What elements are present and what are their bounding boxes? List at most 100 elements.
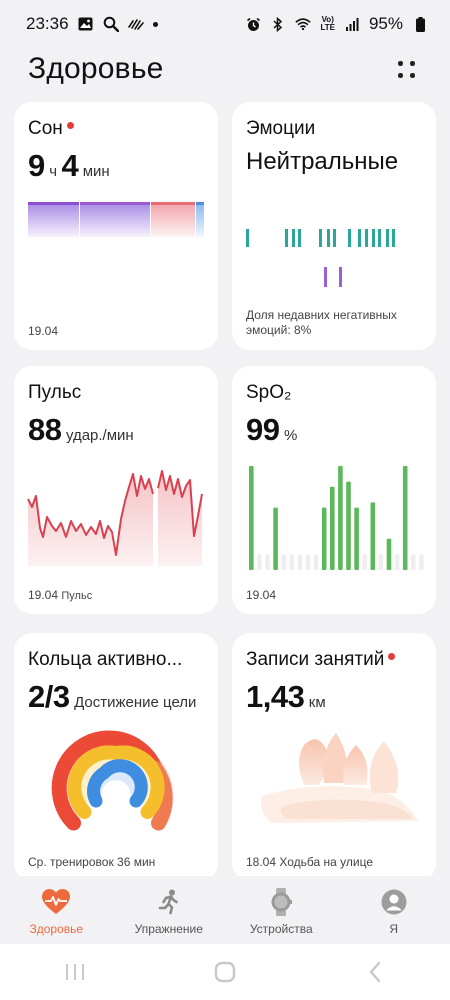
spo2-bar: [321, 507, 327, 570]
spo2-bar: [273, 507, 278, 570]
trees-illustration: [260, 733, 418, 823]
sleep-chart: [28, 202, 204, 237]
emotion-mark: [358, 229, 361, 247]
emotion-mark: [386, 229, 389, 247]
battery-percent: 95%: [368, 14, 403, 33]
emotion-mark: [378, 229, 381, 247]
spo2-bar: [419, 554, 424, 570]
spo2-bar: [354, 507, 359, 570]
spo2-bar: [305, 554, 311, 570]
more-dot-icon: [398, 73, 403, 78]
spo2-bar: [313, 554, 319, 570]
spo2-card[interactable]: SpO₂ 99 % 19.04: [232, 366, 436, 614]
search-icon: [103, 16, 119, 32]
spo2-bar: [378, 554, 384, 570]
activity-icon: [127, 16, 144, 32]
pulse-footer-label: Пульс: [61, 590, 93, 602]
workouts-date: 18.04: [246, 855, 277, 869]
pulse-date: 19.04: [28, 588, 59, 602]
watch-icon: [266, 888, 296, 916]
nav-exercise-label: Упражнение: [134, 922, 203, 936]
lte-indicator: Vo) LTE: [320, 16, 335, 32]
spo2-bar: [402, 466, 408, 570]
gallery-icon: [78, 16, 94, 32]
spo2-bar: [249, 466, 254, 570]
home-button[interactable]: [195, 952, 255, 992]
sleep-segment: [28, 203, 79, 237]
nav-profile[interactable]: Я: [338, 876, 450, 944]
alarm-icon: [245, 16, 261, 32]
nav-devices[interactable]: Устройства: [225, 876, 337, 944]
activity-rings-chart: [51, 730, 174, 831]
heart-pulse-icon: [41, 888, 71, 916]
running-person-icon: [154, 888, 184, 916]
home-icon: [214, 961, 236, 983]
spo2-bar: [265, 554, 270, 570]
spo2-bar: [411, 554, 416, 570]
emotion-mark: [298, 229, 301, 247]
nav-health-label: Здоровье: [29, 922, 84, 936]
more-dot-icon: [410, 73, 415, 78]
spo2-chart: [249, 466, 424, 570]
more-options-button[interactable]: [390, 55, 422, 87]
bluetooth-icon: [270, 16, 286, 32]
emotions-note: Доля недавних негативных эмоций: 8%: [246, 308, 397, 337]
sleep-date: 19.04: [28, 324, 59, 338]
bottom-navigation: Здоровье Упражнение Устройства Я: [0, 876, 450, 944]
sleep-segment: [80, 203, 150, 237]
workouts-footer-label: Ходьба на улице: [279, 855, 374, 869]
lte-label: LTE: [320, 23, 335, 32]
workouts-footer: 18.04 Ходьба на улице: [246, 855, 373, 869]
emotions-card[interactable]: Эмоции Нейтральные Доля недавних негатив…: [232, 102, 436, 350]
sleep-segment: [196, 203, 204, 237]
sleep-segment: [151, 203, 195, 237]
spo2-bar: [257, 554, 262, 570]
pulse-footer: 19.04 Пульс: [28, 588, 92, 602]
emotion-mark: [285, 229, 288, 247]
status-bar: 23:36 Vo) LTE 95%: [0, 0, 450, 48]
spo2-bar: [370, 502, 376, 570]
nav-health[interactable]: Здоровье: [0, 876, 112, 944]
spo2-bar: [289, 554, 295, 570]
battery-icon: [412, 16, 428, 32]
back-icon: [369, 961, 381, 983]
pulse-card[interactable]: Пульс 88 удар./мин 19.04 Пульс: [14, 366, 218, 614]
spo2-bar: [297, 554, 303, 570]
more-dot-icon: [410, 61, 415, 66]
emotion-mark: [327, 229, 330, 247]
recent-apps-icon: [66, 964, 84, 980]
spo2-bar: [362, 554, 367, 570]
activity-rings-card[interactable]: Кольца активно... 2/3 Достижение цели Ср…: [14, 633, 218, 881]
emotion-mark: [348, 229, 351, 247]
rings-footer: Ср. тренировок 36 мин: [28, 855, 156, 869]
spo2-bar: [346, 481, 351, 570]
emotion-mark: [292, 229, 295, 247]
spo2-bar: [330, 486, 335, 570]
spo2-date: 19.04: [246, 588, 277, 602]
emotion-negative-mark: [339, 267, 342, 287]
emotion-mark: [319, 229, 322, 247]
emotion-mark: [246, 229, 249, 247]
workout-records-card[interactable]: Записи занятий 1,43 км 18.04 Ходьба на у…: [232, 633, 436, 881]
nav-devices-label: Устройства: [249, 922, 313, 936]
emotion-negative-mark: [324, 267, 327, 287]
sleep-card[interactable]: Сон 9 ч 4 мин 19.04: [14, 102, 218, 350]
clock: 23:36: [26, 14, 69, 33]
back-button[interactable]: [345, 952, 405, 992]
emotion-mark: [333, 229, 336, 247]
pulse-chart: [27, 470, 203, 566]
spo2-bar: [281, 554, 286, 570]
signal-icon: [344, 16, 360, 32]
wifi-icon: [295, 16, 312, 32]
emotion-mark: [372, 229, 375, 247]
nav-exercise[interactable]: Упражнение: [113, 876, 225, 944]
recent-apps-button[interactable]: [45, 952, 105, 992]
profile-icon: [379, 888, 409, 916]
page-title: Здоровье: [28, 52, 164, 85]
nav-profile-label: Я: [389, 922, 399, 936]
notification-dot-icon: [152, 21, 158, 27]
system-navigation-bar: [0, 944, 450, 1000]
spo2-bar: [394, 554, 400, 570]
more-dot-icon: [398, 61, 403, 66]
spo2-bar: [386, 538, 392, 570]
